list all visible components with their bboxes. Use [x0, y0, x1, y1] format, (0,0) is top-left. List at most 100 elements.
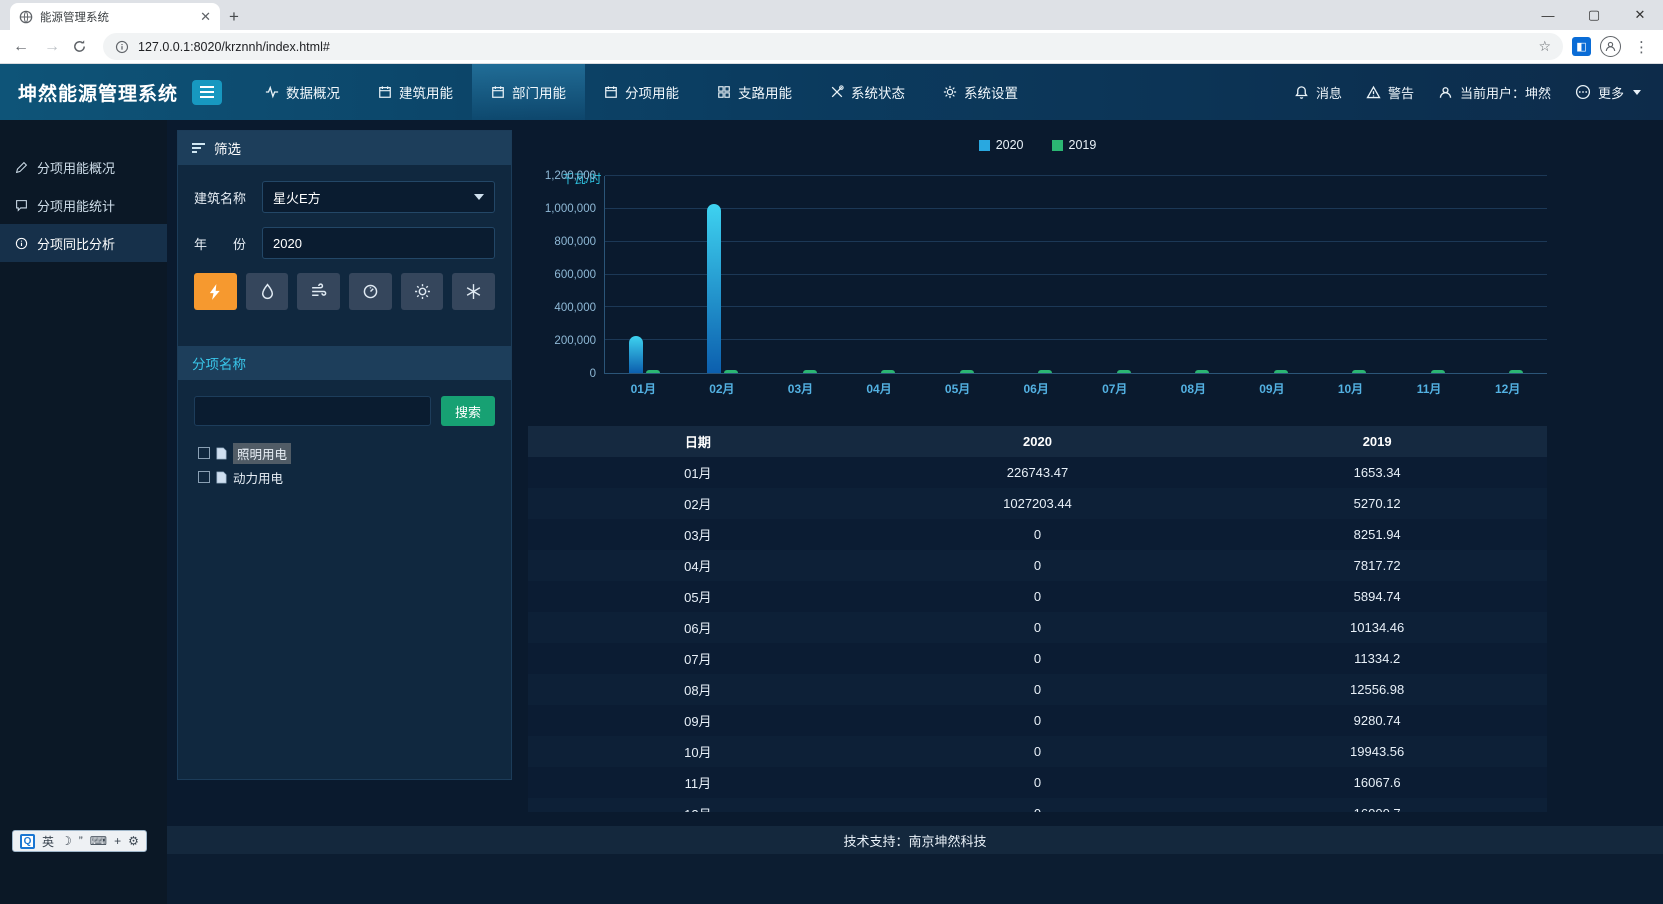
- nav-subitem-energy[interactable]: 分项用能: [585, 64, 698, 120]
- bookmark-star-icon[interactable]: ☆: [1538, 38, 1551, 55]
- bar-2019-01月[interactable]: [646, 370, 660, 373]
- browser-menu-icon[interactable]: ⋮: [1630, 38, 1653, 56]
- nav-system-status[interactable]: 系统状态: [811, 64, 924, 120]
- table-cell: 0: [868, 767, 1208, 798]
- pencil-icon: [15, 161, 28, 174]
- bar-group-12月: [1469, 176, 1548, 373]
- nav-department-energy[interactable]: 部门用能: [472, 64, 585, 120]
- nav-data-overview[interactable]: 数据概况: [246, 64, 359, 120]
- legend-item-2020[interactable]: 2020: [979, 138, 1024, 152]
- table-row[interactable]: 01月226743.471653.34: [528, 457, 1547, 488]
- ime-logo-icon[interactable]: Q: [20, 834, 35, 849]
- solar-button[interactable]: [401, 273, 444, 310]
- forward-icon[interactable]: →: [41, 38, 63, 56]
- water-button[interactable]: [246, 273, 289, 310]
- chevron-down-icon: [1633, 90, 1641, 95]
- url-field[interactable]: 127.0.0.1:8020/krznnh/index.html# ☆: [103, 33, 1563, 60]
- hvac-button[interactable]: [452, 273, 495, 310]
- bar-2019-10月[interactable]: [1352, 370, 1366, 373]
- tab-close-icon[interactable]: ✕: [200, 10, 211, 23]
- table-cell: 12556.98: [1207, 674, 1547, 705]
- search-input[interactable]: [194, 396, 431, 426]
- bar-2019-06月[interactable]: [1038, 370, 1052, 373]
- bar-2020-01月[interactable]: [629, 336, 643, 373]
- checkbox[interactable]: [198, 447, 210, 459]
- bar-2020-02月[interactable]: [707, 204, 721, 373]
- nav-system-settings[interactable]: 系统设置: [924, 64, 1037, 120]
- x-axis: 01月02月03月04月05月06月07月08月09月10月11月12月: [604, 374, 1547, 397]
- more-button[interactable]: 更多: [1575, 83, 1641, 102]
- nav-building-energy[interactable]: 建筑用能: [359, 64, 472, 120]
- table-row[interactable]: 03月08251.94: [528, 519, 1547, 550]
- hamburger-menu-icon[interactable]: [192, 80, 222, 105]
- bar-2019-04月[interactable]: [881, 370, 895, 373]
- bar-2019-09月[interactable]: [1274, 370, 1288, 373]
- ime-language-toggle[interactable]: 英: [42, 833, 54, 850]
- sidebar-item-yoy-analysis[interactable]: 分项同比分析: [0, 224, 167, 262]
- year-label: 年 份: [194, 234, 262, 253]
- table-header-row: 日期20202019: [528, 426, 1547, 457]
- browser-tab[interactable]: 能源管理系统 ✕: [10, 3, 220, 30]
- search-button[interactable]: 搜索: [441, 396, 495, 426]
- window-minimize-button[interactable]: —: [1525, 0, 1571, 30]
- table-cell: 1027203.44: [868, 488, 1208, 519]
- bar-group-01月: [605, 176, 684, 373]
- legend-item-2019[interactable]: 2019: [1052, 138, 1097, 152]
- table-cell: 0: [868, 705, 1208, 736]
- window-close-button[interactable]: ✕: [1617, 0, 1663, 30]
- legend-label: 2019: [1069, 138, 1097, 152]
- ime-toolbar[interactable]: Q 英 ☽ ” ⌨ + ⚙: [12, 830, 147, 852]
- ime-settings-icon[interactable]: ⚙: [128, 834, 139, 848]
- profile-avatar[interactable]: [1600, 36, 1621, 57]
- nav-branch-energy[interactable]: 支路用能: [698, 64, 811, 120]
- table-row[interactable]: 04月07817.72: [528, 550, 1547, 581]
- ime-keyboard-icon[interactable]: ⌨: [90, 834, 107, 848]
- alerts-button[interactable]: 警告: [1366, 83, 1414, 102]
- table-row[interactable]: 12月016000.7: [528, 798, 1547, 812]
- back-icon[interactable]: ←: [10, 38, 32, 56]
- table-row[interactable]: 07月011334.2: [528, 643, 1547, 674]
- bar-2019-03月[interactable]: [803, 370, 817, 373]
- new-tab-button[interactable]: +: [220, 3, 248, 30]
- bar-2019-02月[interactable]: [724, 370, 738, 373]
- bar-2019-12月[interactable]: [1509, 370, 1523, 373]
- bar-group-09月: [1233, 176, 1312, 373]
- table-row[interactable]: 02月1027203.445270.12: [528, 488, 1547, 519]
- table-header-cell: 2020: [868, 426, 1208, 457]
- year-input[interactable]: [262, 227, 495, 259]
- current-user[interactable]: 当前用户：坤然: [1438, 83, 1551, 102]
- building-select[interactable]: 星火E方: [262, 181, 495, 213]
- ime-halfwidth-icon[interactable]: ☽: [61, 834, 72, 848]
- bar-2019-05月[interactable]: [960, 370, 974, 373]
- checkbox[interactable]: [198, 471, 210, 483]
- table-row[interactable]: 10月019943.56: [528, 736, 1547, 767]
- table-row[interactable]: 06月010134.46: [528, 612, 1547, 643]
- nav-label: 部门用能: [512, 82, 566, 102]
- messages-button[interactable]: 消息: [1294, 83, 1342, 102]
- meter-button[interactable]: [349, 273, 392, 310]
- table-row[interactable]: 11月016067.6: [528, 767, 1547, 798]
- tree-item-lighting[interactable]: 照明用电: [198, 442, 491, 464]
- ime-punctuation-icon[interactable]: ”: [79, 834, 83, 848]
- table-cell: 5894.74: [1207, 581, 1547, 612]
- legend-label: 2020: [996, 138, 1024, 152]
- table-row[interactable]: 09月09280.74: [528, 705, 1547, 736]
- sidebar-item-subitem-overview[interactable]: 分项用能概况: [0, 148, 167, 186]
- bar-2019-07月[interactable]: [1117, 370, 1131, 373]
- gas-icon: [310, 283, 327, 300]
- page-info-icon[interactable]: [115, 40, 129, 54]
- ime-plus-icon[interactable]: +: [114, 834, 121, 848]
- table-row[interactable]: 05月05894.74: [528, 581, 1547, 612]
- tree-item-power[interactable]: 动力用电: [198, 466, 491, 488]
- sidebar-item-subitem-stats[interactable]: 分项用能统计: [0, 186, 167, 224]
- electricity-button[interactable]: [194, 273, 237, 310]
- table-cell: 16067.6: [1207, 767, 1547, 798]
- gas-button[interactable]: [297, 273, 340, 310]
- reload-icon[interactable]: [72, 39, 94, 54]
- bar-2019-08月[interactable]: [1195, 370, 1209, 373]
- extension-icon[interactable]: ◧: [1572, 37, 1591, 56]
- bar-2019-11月[interactable]: [1431, 370, 1445, 373]
- water-icon: [259, 283, 276, 300]
- window-maximize-button[interactable]: ▢: [1571, 0, 1617, 30]
- table-row[interactable]: 08月012556.98: [528, 674, 1547, 705]
